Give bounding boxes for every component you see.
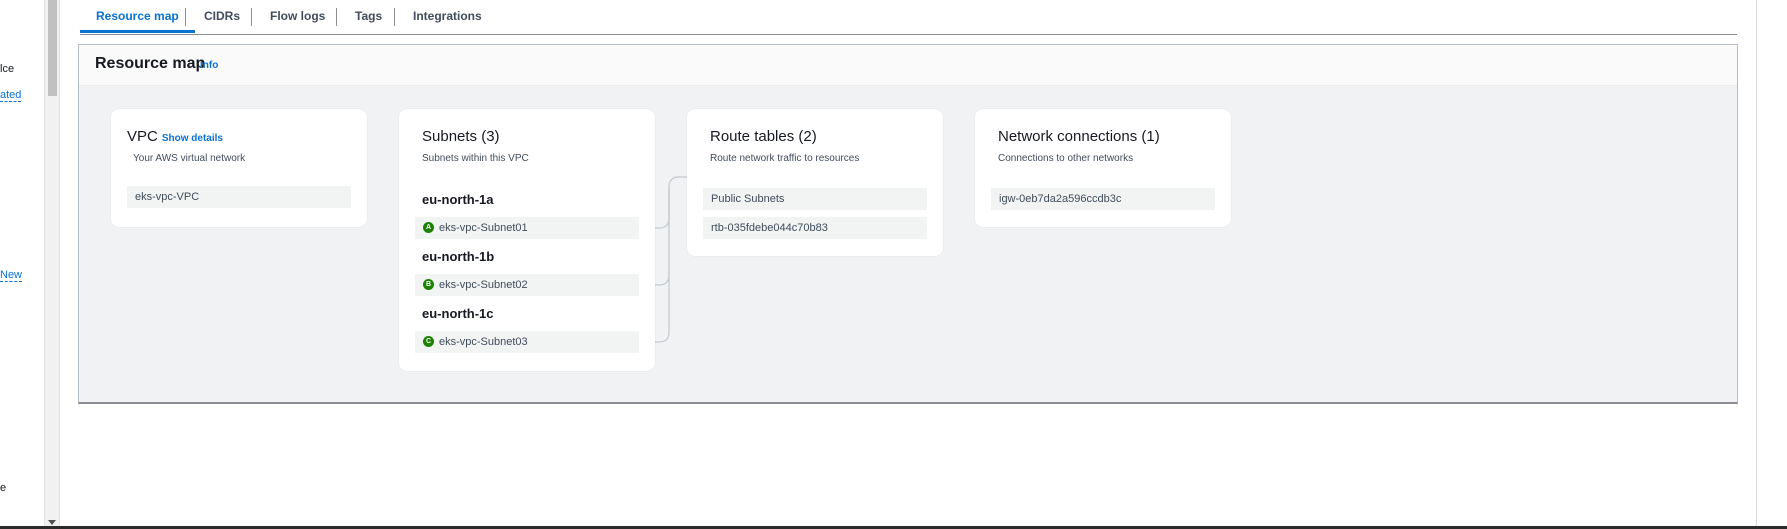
subnets-title: Subnets (3) [422,128,500,145]
sidebar-fragment: e [0,482,7,494]
side-navigation: lce ated New e [0,0,44,529]
subnet-item[interactable]: Beks-vpc-Subnet02 [415,274,639,296]
route-tables-description: Route network traffic to resources [710,153,860,164]
subnets-description: Subnets within this VPC [422,153,529,164]
subnet-item[interactable]: Ceks-vpc-Subnet03 [415,331,639,353]
subnet-name: eks-vpc-Subnet01 [439,222,528,234]
route-tables-card: Route tables (2) Route network traffic t… [687,109,943,256]
az-badge-icon: B [423,278,434,290]
tab-bar: Resource map CIDRs Flow logs Tags Integr… [80,0,1737,35]
sidebar-fragment: lce [0,63,15,75]
tab-integrations[interactable]: Integrations [397,0,498,33]
tab-cidrs[interactable]: CIDRs [188,0,256,33]
tab-resource-map[interactable]: Resource map [80,0,195,33]
route-table-item[interactable]: Public Subnets [703,188,927,210]
internet-gateway-item[interactable]: igw-0eb7da2a596ccdb3c [991,188,1215,210]
panel-header: Resource map Info [79,45,1737,86]
vpc-item[interactable]: eks-vpc-VPC [127,186,351,208]
network-connections-card: Network connections (1) Connections to o… [975,109,1231,227]
panel-title: Resource map [95,55,206,72]
vertical-scrollbar[interactable] [44,0,60,529]
tab-flow-logs[interactable]: Flow logs [254,0,341,33]
tab-divider [185,8,186,26]
availability-zone-label: eu-north-1a [422,192,494,207]
sidebar-link-fragment[interactable]: New [0,269,23,282]
availability-zone-label: eu-north-1b [422,249,495,264]
content-right-border [1756,0,1757,529]
subnets-card: Subnets (3) Subnets within this VPC eu-n… [399,109,655,371]
subnet-item[interactable]: Aeks-vpc-Subnet01 [415,217,639,239]
vpc-title-row: VPC Show details [127,128,223,145]
tab-tags[interactable]: Tags [339,0,398,33]
tab-divider [251,8,252,26]
subnet-name: eks-vpc-Subnet03 [439,336,528,348]
route-table-item[interactable]: rtb-035fdebe044c70b83 [703,217,927,239]
az-badge-icon: C [423,335,434,347]
scrollbar-thumb[interactable] [48,0,57,96]
sidebar-link-fragment[interactable]: ated [0,89,22,102]
subnet-name: eks-vpc-Subnet02 [439,279,528,291]
show-details-link[interactable]: Show details [162,133,223,144]
tab-divider [394,8,395,26]
availability-zone-label: eu-north-1c [422,306,494,321]
network-connections-description: Connections to other networks [998,153,1134,164]
info-link[interactable]: Info [200,60,218,71]
scroll-down-arrow-icon[interactable] [48,520,56,525]
vpc-card: VPC Show details Your AWS virtual network… [111,109,367,227]
network-connections-title: Network connections (1) [998,128,1160,145]
vpc-description: Your AWS virtual network [133,153,246,164]
route-tables-title: Route tables (2) [710,128,817,145]
tab-divider [336,8,337,26]
az-badge-icon: A [423,221,434,233]
vpc-title: VPC [127,128,158,145]
resource-map-panel: Resource map Info VPC Show details Your A… [78,44,1738,404]
